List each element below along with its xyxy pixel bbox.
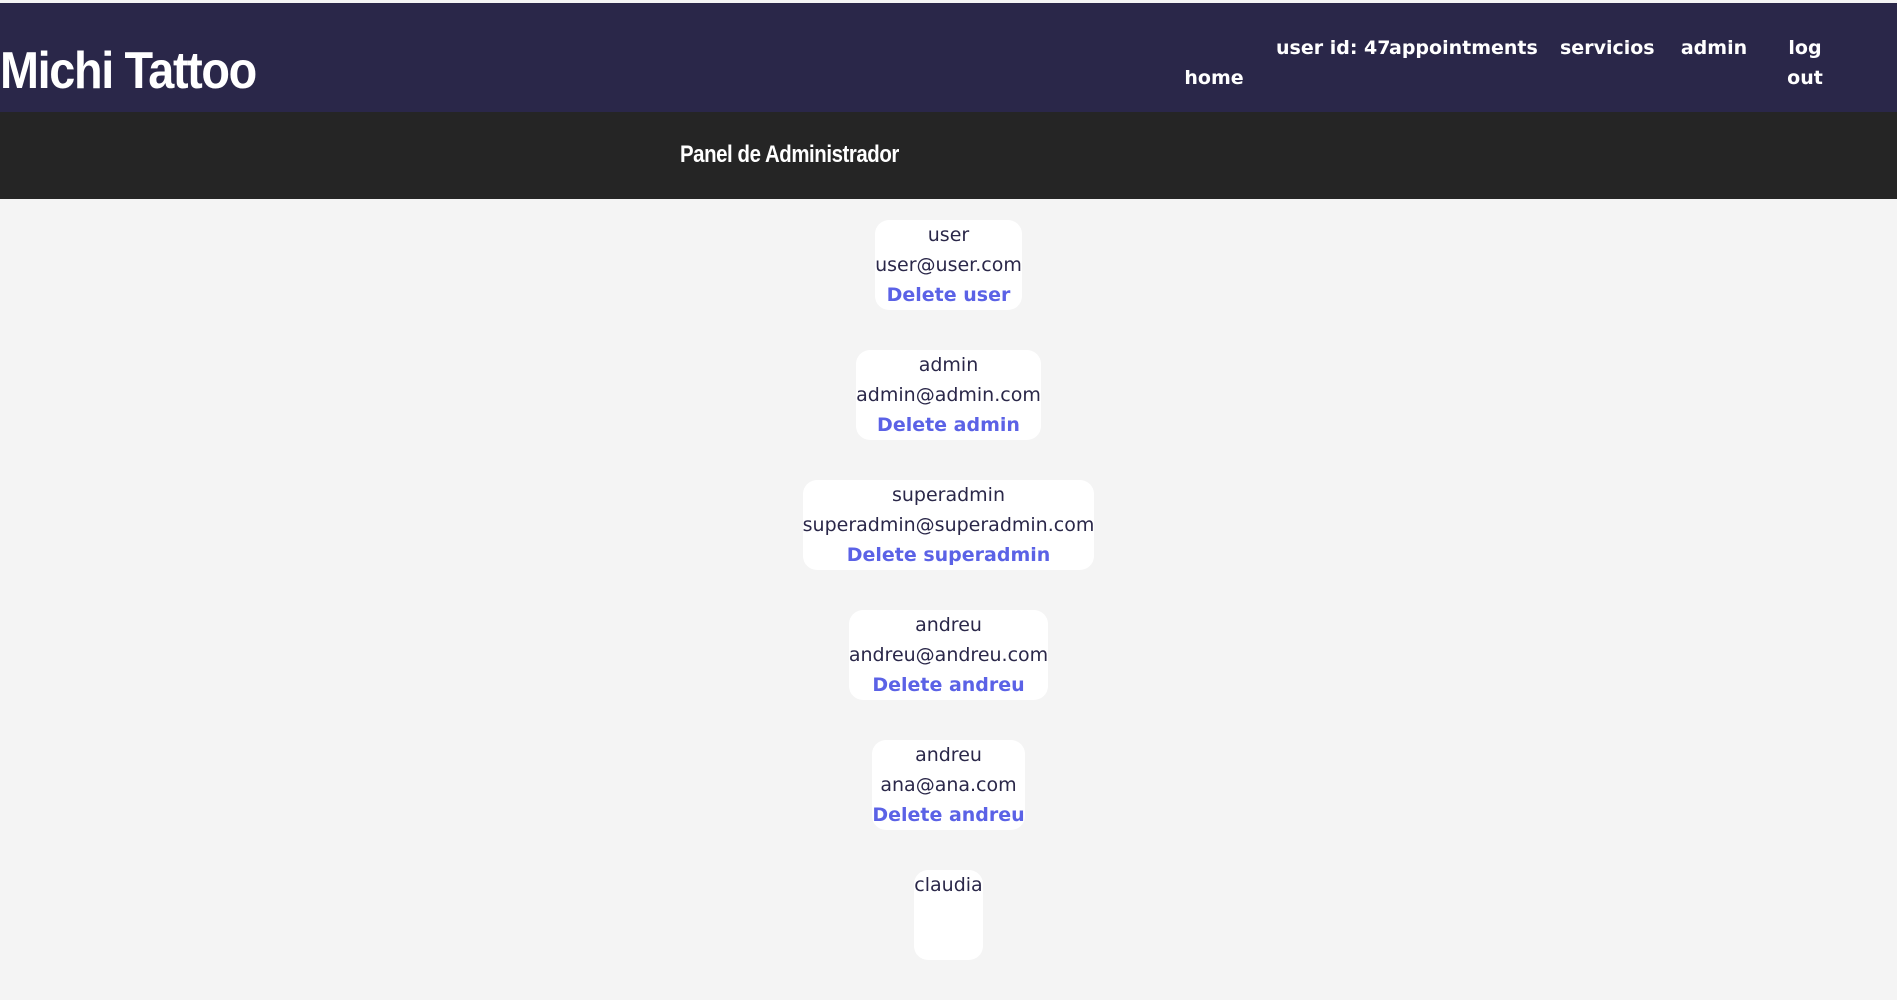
admin-panel-header: Panel de Administrador <box>0 112 1897 199</box>
nav-servicios-link[interactable]: servicios <box>1560 33 1655 63</box>
user-email: admin@admin.com <box>856 384 1041 406</box>
user-email: andreu@andreu.com <box>848 644 1049 666</box>
user-card: andreu andreu@andreu.com Delete andreu <box>848 610 1049 700</box>
user-card: admin admin@admin.com Delete admin <box>856 350 1041 440</box>
page-title: Panel de Administrador <box>680 141 899 168</box>
user-email: superadmin@superadmin.com <box>802 514 1095 536</box>
user-name: andreu <box>915 744 982 766</box>
delete-user-button[interactable]: Delete admin <box>856 410 1041 440</box>
user-card: andreu ana@ana.com Delete andreu <box>872 740 1025 830</box>
navbar: Michi Tattoo home user id: 47 appointmen… <box>0 3 1897 112</box>
user-card: user user@user.com Delete user <box>875 220 1022 310</box>
user-card: superadmin superadmin@superadmin.com Del… <box>802 480 1095 570</box>
user-name: superadmin <box>891 484 1006 506</box>
nav-admin-link[interactable]: admin <box>1680 33 1748 63</box>
nav-user-id-link[interactable]: user id: 47 <box>1276 33 1390 63</box>
nav-appointments-link[interactable]: appointments <box>1389 33 1538 63</box>
nav-home-link[interactable]: home <box>1180 63 1248 93</box>
nav-logout-link[interactable]: log out <box>1780 33 1830 93</box>
user-name: admin <box>918 354 979 376</box>
user-name: user <box>927 224 970 246</box>
user-name: claudia <box>914 874 983 896</box>
delete-user-button[interactable]: Delete andreu <box>849 670 1048 700</box>
delete-user-button[interactable]: Delete superadmin <box>803 540 1095 570</box>
user-email: user@user.com <box>875 254 1022 276</box>
user-email: ana@ana.com <box>880 774 1017 796</box>
delete-user-button[interactable]: Delete andreu <box>872 800 1024 830</box>
user-list: user user@user.com Delete user admin adm… <box>0 220 1897 1000</box>
user-card: claudia <box>914 870 983 960</box>
user-name: andreu <box>915 614 982 636</box>
delete-user-button[interactable]: Delete user <box>875 280 1022 310</box>
brand-logo[interactable]: Michi Tattoo <box>0 33 257 109</box>
